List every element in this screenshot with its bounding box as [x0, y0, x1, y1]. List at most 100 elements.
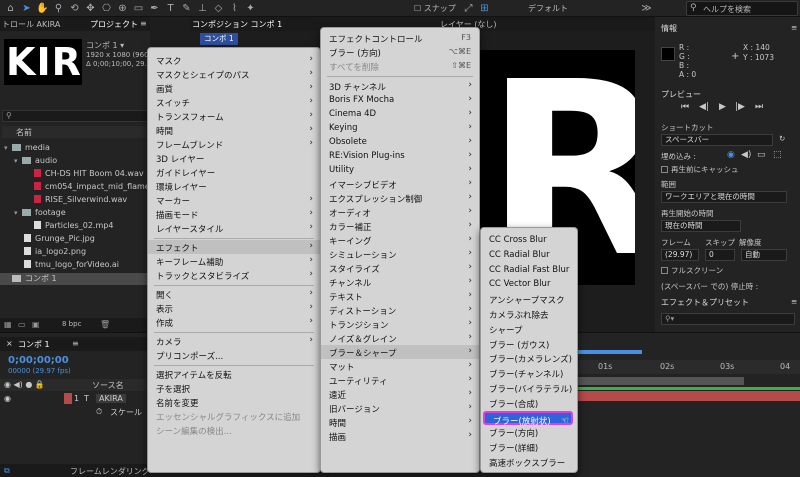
overlay-icon[interactable]: ▭	[757, 150, 766, 160]
shortcut-dropdown[interactable]: スペースバー	[661, 134, 773, 146]
audio-icon[interactable]: ◀)	[741, 150, 751, 160]
menu-item-23[interactable]: プリコンポーズ...	[148, 348, 320, 362]
panel-menu-icon[interactable]: ≡	[72, 339, 79, 348]
workspace-menu-icon[interactable]: ≫	[640, 2, 653, 15]
layer-duration-bar[interactable]	[578, 391, 800, 401]
column-name[interactable]: 名前	[16, 127, 32, 138]
menu-item-28[interactable]: 時間 ›	[321, 415, 479, 429]
menu-item-11[interactable]: ブラー(合成)	[481, 396, 577, 410]
menu-item-cc-radial-fast-blur[interactable]: CC Radial Fast Blur	[481, 263, 577, 277]
menu-item-cc-vector-blur[interactable]: CC Vector Blur	[481, 277, 577, 291]
menu-item-18[interactable]: チャンネル ›	[321, 275, 479, 289]
tree-row[interactable]: ▾ footage	[0, 208, 150, 220]
menu-item-24[interactable]: マット ›	[321, 359, 479, 373]
resolution-dropdown[interactable]: 自動	[741, 249, 787, 261]
eye-icon[interactable]: ◉	[4, 394, 11, 403]
tree-row[interactable]: tmu_logo_forVideo.ai	[0, 260, 150, 272]
help-search-input[interactable]: ⚲ ヘルプを検索	[686, 1, 798, 16]
menu-item-5[interactable]: 時間 ›	[148, 123, 320, 137]
brush-tool-icon[interactable]: ✎	[180, 2, 193, 15]
menu-item-12[interactable]: エクスプレッション制御 ›	[321, 191, 479, 205]
menu-item-re-vision-plug-ins[interactable]: RE:Vision Plug-ins ›	[321, 149, 479, 163]
menu-item-20[interactable]: 作成 ›	[148, 315, 320, 329]
menu-item-15[interactable]: 高速ボックスブラー	[481, 455, 577, 469]
tree-row[interactable]: ▾ audio	[0, 156, 150, 168]
snap-checkbox[interactable]: ☐ スナップ	[414, 3, 456, 14]
cache-checkbox[interactable]: 再生前にキャッシュ	[661, 164, 739, 175]
menu-item-11[interactable]: イマーシブビデオ ›	[321, 177, 479, 191]
menu-item-cc-cross-blur[interactable]: CC Cross Blur	[481, 233, 577, 247]
play-icon[interactable]: ▶	[719, 102, 726, 112]
menu-item-15[interactable]: キーフレーム補助 ›	[148, 254, 320, 268]
project-menu-icon[interactable]: ≡	[140, 19, 147, 28]
stamp-tool-icon[interactable]: ⊥	[196, 2, 209, 15]
new-folder-icon[interactable]: ▭	[18, 320, 26, 329]
menu-item-19[interactable]: テキスト ›	[321, 289, 479, 303]
switches-icon[interactable]: ⧉	[4, 466, 10, 476]
video-eye-icon[interactable]: ◉	[727, 150, 735, 160]
menu-item-boris-fx-mocha[interactable]: Boris FX Mocha ›	[321, 93, 479, 107]
menu-item-21[interactable]: トランジション ›	[321, 317, 479, 331]
home-icon[interactable]: ⌂	[4, 2, 17, 15]
text-tool-icon[interactable]: T	[164, 2, 177, 15]
menu-item-cc-radial-blur[interactable]: CC Radial Blur	[481, 248, 577, 262]
current-timecode[interactable]: 0;00;00;00	[8, 355, 69, 366]
menu-item-3d[interactable]: 3D レイヤー	[148, 151, 320, 165]
tree-row[interactable]: Grunge_Pic.jpg	[0, 234, 150, 246]
comp-breadcrumb[interactable]: コンポ 1	[200, 33, 238, 45]
menu-item-16[interactable]: トラックとスタビライズ ›	[148, 268, 320, 282]
menu-item-20[interactable]: ディストーション ›	[321, 303, 479, 317]
tree-row[interactable]: RISE_Silverwind.wav	[0, 195, 150, 207]
bpc-button[interactable]: 8 bpc	[62, 320, 81, 328]
menu-item-26[interactable]: 遠近 ›	[321, 387, 479, 401]
first-frame-icon[interactable]: ⏮	[681, 102, 689, 112]
next-frame-icon[interactable]: |▶	[735, 102, 745, 112]
skip-dropdown[interactable]: 0	[705, 249, 735, 261]
reset-icon[interactable]: ↻	[779, 134, 785, 143]
menu-item-14[interactable]: ブラー(詳細)	[481, 440, 577, 454]
move-tool-icon[interactable]: ✥	[84, 2, 97, 15]
last-frame-icon[interactable]: ⏭	[755, 102, 763, 112]
menu-item-4[interactable]: トランスフォーム ›	[148, 109, 320, 123]
source-name-column[interactable]: ソース名	[92, 380, 124, 391]
tree-row[interactable]: ia_logo2.png	[0, 247, 150, 259]
tab-project[interactable]: プロジェクト	[90, 19, 138, 30]
tab-effect-controls[interactable]: トロール AKIRA	[2, 19, 60, 30]
menu-item-23[interactable]: ブラー＆シャープ ›	[321, 345, 479, 359]
new-comp-icon[interactable]: ▣	[32, 320, 40, 329]
menu-item-14[interactable]: カラー補正 ›	[321, 219, 479, 233]
menu-item-11[interactable]: 描画モード ›	[148, 207, 320, 221]
menu-item-22[interactable]: ノイズ＆グレイン ›	[321, 331, 479, 345]
menu-item-12[interactable]: レイヤースタイル ›	[148, 221, 320, 235]
menu-item-8[interactable]: ガイドレイヤー	[148, 165, 320, 179]
tab-composition[interactable]: コンポジション コンポ 1	[192, 19, 282, 30]
fps-dropdown[interactable]: (29.97)	[661, 249, 699, 261]
tree-row[interactable]: CH-DS HIT Boom 04.wav	[0, 169, 150, 181]
label-color[interactable]	[64, 393, 72, 404]
menu-item-19[interactable]: 表示 ›	[148, 301, 320, 315]
panel-menu-icon[interactable]: ≡	[791, 23, 797, 32]
menu-item-7[interactable]: ブラー (ガウス)	[481, 337, 577, 351]
stopwatch-icon[interactable]: ⏱	[96, 407, 102, 417]
menu-item-13[interactable]: オーディオ ›	[321, 205, 479, 219]
menu-item-3d[interactable]: 3D チャンネル ›	[321, 79, 479, 93]
tab-timeline-comp[interactable]: コンポ 1	[18, 339, 50, 350]
menu-item-5[interactable]: カメラぶれ除去	[481, 307, 577, 321]
panel-menu-icon[interactable]: ≡	[791, 297, 797, 306]
menu-item-14[interactable]: エフェクト ›	[148, 240, 320, 254]
eraser-tool-icon[interactable]: ◇	[212, 2, 225, 15]
pen-tool-icon[interactable]: ✒	[148, 2, 161, 15]
menu-item-27[interactable]: 名前を変更	[148, 395, 320, 409]
close-icon[interactable]: ×	[6, 339, 13, 348]
comp-name[interactable]: コンポ 1 ▾	[86, 40, 124, 51]
work-area-bar[interactable]	[578, 377, 744, 385]
menu-item-4[interactable]: アンシャープマスク	[481, 292, 577, 306]
workspace-label[interactable]: デフォルト	[528, 3, 568, 14]
menu-item-utility[interactable]: Utility ›	[321, 163, 479, 177]
layer-name[interactable]: AKIRA	[96, 394, 126, 403]
menu-item-keying[interactable]: Keying ›	[321, 121, 479, 135]
menu-item-17[interactable]: スタイライズ ›	[321, 261, 479, 275]
menu-item-obsolete[interactable]: Obsolete ›	[321, 135, 479, 149]
menu-item-0[interactable]: マスク ›	[148, 53, 320, 67]
menu-item-1[interactable]: マスクとシェイプのパス ›	[148, 67, 320, 81]
